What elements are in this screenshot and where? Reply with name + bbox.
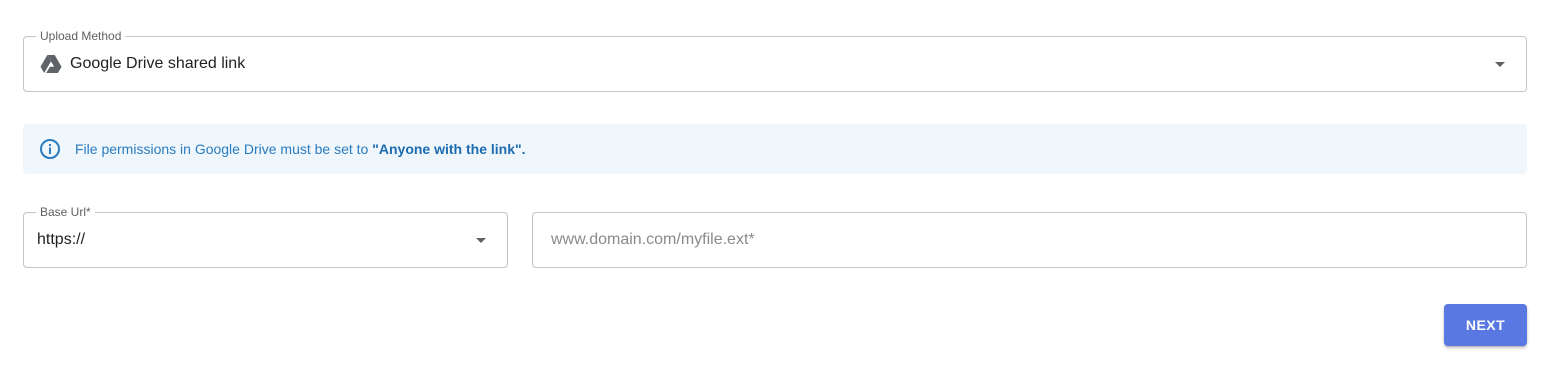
info-banner: File permissions in Google Drive must be… — [23, 124, 1527, 174]
url-field[interactable] — [532, 212, 1527, 268]
upload-method-value-wrap: Google Drive shared link — [40, 37, 245, 91]
next-button[interactable]: NEXT — [1444, 304, 1527, 346]
upload-method-value: Google Drive shared link — [70, 55, 246, 72]
google-drive-icon — [40, 54, 62, 74]
chevron-down-icon[interactable] — [476, 238, 486, 243]
info-banner-text: File permissions in Google Drive must be… — [75, 141, 526, 157]
info-text-prefix: File permissions in Google Drive must be… — [75, 141, 373, 157]
info-text-emphasis: Anyone with the link — [378, 141, 515, 157]
info-text-quote-open: " — [372, 141, 379, 157]
url-input[interactable] — [551, 213, 1511, 267]
info-icon — [39, 138, 61, 160]
upload-method-select[interactable]: Upload Method Google Drive shared link — [23, 29, 1527, 92]
base-url-value: https:// — [37, 231, 86, 248]
base-url-select[interactable]: Base Url* https:// — [23, 205, 508, 268]
upload-form: Upload Method Google Drive shared link F… — [0, 0, 1542, 372]
chevron-down-icon[interactable] — [1495, 62, 1505, 67]
info-text-quote-close: ". — [515, 141, 526, 157]
